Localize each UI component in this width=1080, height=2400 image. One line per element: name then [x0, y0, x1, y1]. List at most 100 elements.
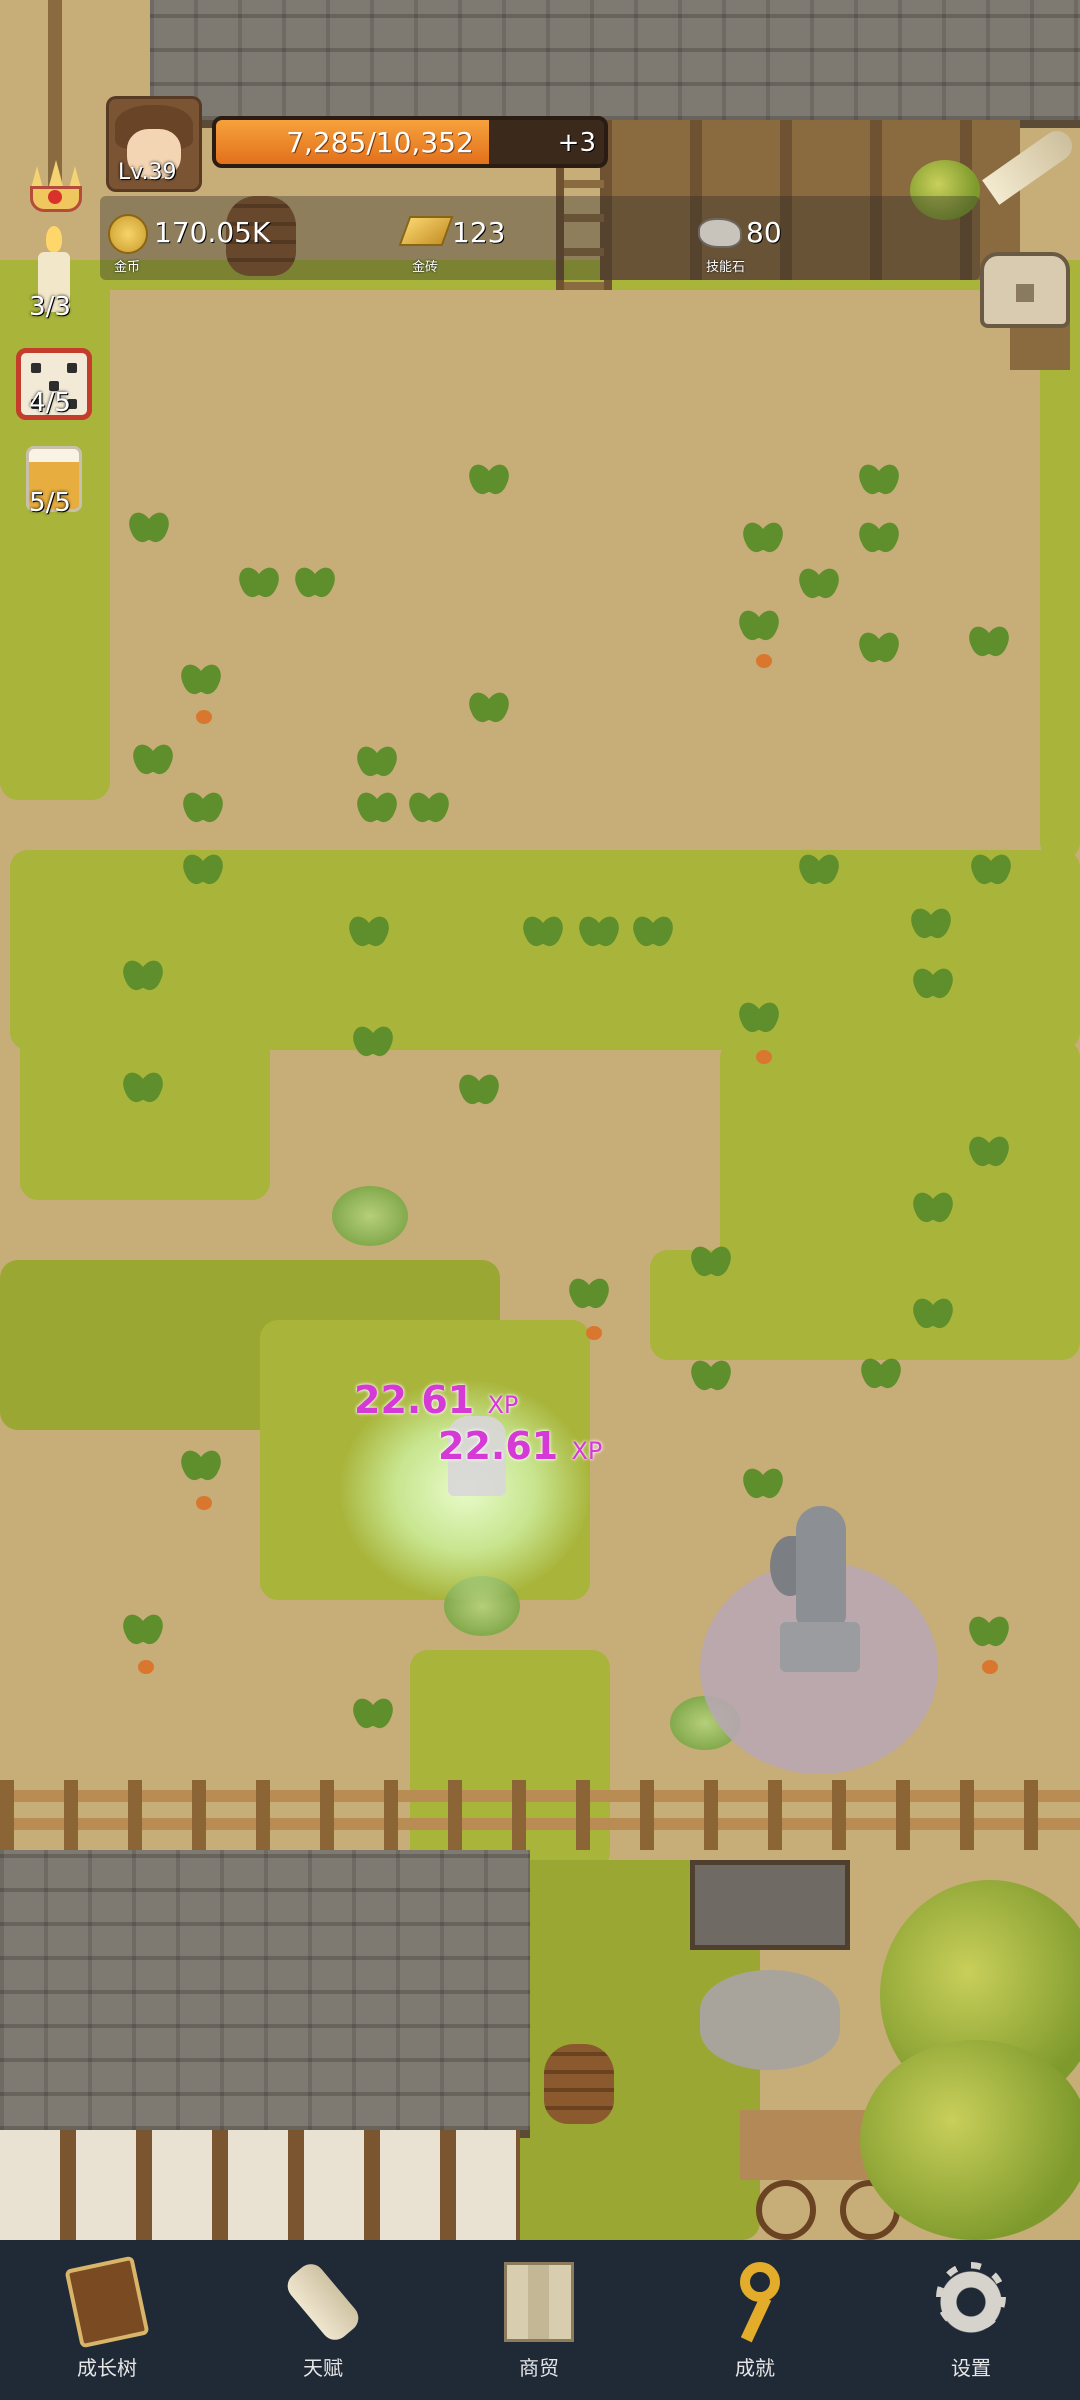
crop: [346, 914, 392, 954]
crop: [966, 1614, 1012, 1654]
crop: [350, 1696, 396, 1736]
resource-value: 123: [452, 216, 506, 249]
stone-icon: [698, 218, 742, 248]
resource-gold-coin[interactable]: 170.05K 金币: [102, 204, 382, 275]
crop: [456, 1072, 502, 1112]
dice-count: 4/5: [29, 388, 71, 418]
xp-progress-text: 7,285/10,352: [286, 126, 474, 159]
gear-icon: [936, 2262, 1006, 2342]
xp-popup: 22.61 XP: [438, 1424, 602, 1468]
book-icon: [64, 2255, 150, 2349]
crop: [566, 1276, 612, 1316]
resource-caption: 金币: [114, 260, 141, 275]
nav-achievement[interactable]: 成就: [680, 2258, 830, 2388]
crop: [130, 742, 176, 782]
dice-pip: [67, 363, 77, 373]
statue-pedestal: [780, 1622, 860, 1672]
beer-count: 5/5: [29, 488, 71, 518]
treasure-chest-icon[interactable]: [980, 252, 1070, 328]
scroll-icon: [281, 2258, 365, 2346]
barrel: [544, 2044, 614, 2124]
crop: [910, 1296, 956, 1336]
well-roof: [690, 1860, 850, 1950]
crop: [126, 510, 172, 550]
resource-caption: 技能石: [706, 260, 746, 275]
crop: [520, 914, 566, 954]
crop: [354, 790, 400, 830]
xp-popup: 22.61 XP: [354, 1378, 518, 1422]
resource-caption: 金砖: [412, 260, 439, 275]
bottom-building-wall: [0, 2130, 520, 2240]
coin-icon: [108, 214, 148, 254]
crown-icon[interactable]: [22, 160, 90, 220]
resource-skill-stone[interactable]: 80 技能石: [694, 204, 954, 275]
water-well[interactable]: [690, 1860, 850, 2080]
crop: [688, 1358, 734, 1398]
nav-trade[interactable]: 商贸: [464, 2258, 614, 2388]
crop: [740, 520, 786, 560]
crop: [576, 914, 622, 954]
nav-label: 天赋: [303, 2356, 343, 2380]
xp-popup-unit: XP: [487, 1391, 519, 1419]
resource-value: 170.05K: [154, 216, 271, 249]
well-base: [700, 1970, 840, 2070]
crop: [856, 462, 902, 502]
bottom-roof: [0, 1850, 530, 2138]
cabbage: [332, 1186, 408, 1246]
carrot: [196, 1496, 212, 1510]
crop: [350, 1024, 396, 1064]
crop: [910, 1190, 956, 1230]
crop: [856, 520, 902, 560]
carrot: [586, 1326, 602, 1340]
crop: [466, 690, 512, 730]
wooden-fence: [0, 1780, 1080, 1850]
crop: [910, 966, 956, 1006]
crop: [354, 744, 400, 784]
statue-body: [796, 1506, 846, 1626]
grass-patch: [0, 260, 110, 800]
crop: [858, 1356, 904, 1396]
crop: [966, 624, 1012, 664]
grass-patch: [20, 1030, 270, 1200]
crop: [292, 565, 338, 605]
nav-growth-tree[interactable]: 成长树: [32, 2255, 182, 2388]
crop: [856, 630, 902, 670]
crop: [630, 914, 676, 954]
crop: [180, 790, 226, 830]
nav-talent[interactable]: 天赋: [248, 2258, 398, 2388]
resource-gold-brick[interactable]: 123 金砖: [398, 204, 660, 275]
carrot: [138, 1660, 154, 1674]
crop: [178, 662, 224, 702]
nav-label: 商贸: [519, 2356, 559, 2380]
xp-popup-value: 22.61: [438, 1424, 559, 1468]
nav-settings[interactable]: 设置: [896, 2258, 1046, 2388]
crop: [968, 852, 1014, 892]
xp-progress-bar: 7,285/10,352 +3: [212, 116, 608, 168]
key-icon: [720, 2262, 790, 2342]
crop: [120, 1070, 166, 1110]
crop: [178, 1448, 224, 1488]
angel-statue[interactable]: [770, 1506, 870, 1676]
gold-bar-icon: [398, 216, 454, 246]
carrot: [756, 1050, 772, 1064]
crop: [180, 852, 226, 892]
crop: [406, 790, 452, 830]
carrot: [982, 1660, 998, 1674]
tree: [860, 2040, 1080, 2240]
crop: [796, 852, 842, 892]
candle-count: 3/3: [29, 292, 71, 322]
nav-label: 成长树: [77, 2356, 137, 2380]
map-icon: [504, 2262, 574, 2342]
carrot: [196, 710, 212, 724]
crop: [796, 566, 842, 606]
crown-spike: [49, 160, 63, 186]
xp-popup-value: 22.61: [354, 1378, 475, 1422]
crown-gem: [48, 190, 62, 204]
crop: [736, 1000, 782, 1040]
crop: [466, 462, 512, 502]
game-scene[interactable]: 22.61 XP 22.61 XP Lv.39 7,285/10,352 +3 …: [0, 0, 1080, 2400]
crop: [740, 1466, 786, 1506]
crop: [120, 958, 166, 998]
crop: [736, 608, 782, 648]
player-level: Lv.39: [118, 160, 177, 185]
